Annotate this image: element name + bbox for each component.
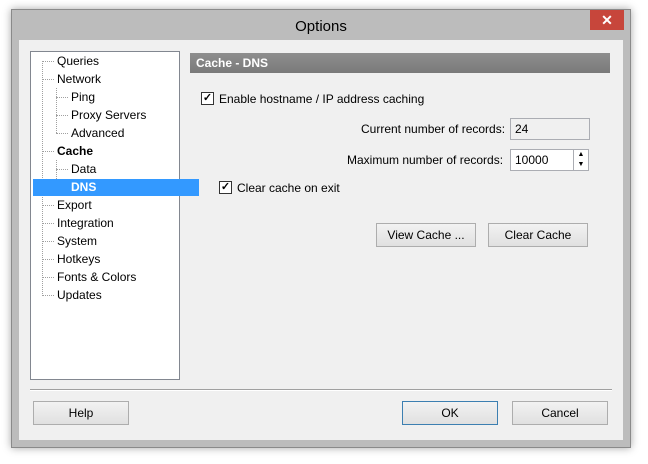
view-cache-button[interactable]: View Cache ... bbox=[376, 223, 476, 247]
window-title: Options bbox=[295, 18, 347, 35]
spin-up-icon[interactable]: ▲ bbox=[574, 150, 588, 160]
tree-item-queries[interactable]: Queries bbox=[55, 53, 101, 70]
close-icon: ✕ bbox=[601, 12, 613, 28]
ok-button[interactable]: OK bbox=[402, 401, 498, 425]
tree-connector bbox=[56, 133, 68, 134]
tree-item-integration[interactable]: Integration bbox=[55, 215, 116, 232]
enable-caching-label[interactable]: Enable hostname / IP address caching bbox=[219, 92, 424, 106]
max-records-label: Maximum number of records: bbox=[347, 153, 504, 167]
tree-item-dns[interactable]: DNS bbox=[33, 179, 199, 196]
current-records-field: 24 bbox=[510, 118, 590, 140]
max-records-input[interactable]: 10000 bbox=[510, 149, 574, 171]
cancel-button[interactable]: Cancel bbox=[512, 401, 608, 425]
tree-connector bbox=[42, 259, 54, 260]
options-window: Options ✕ Queries Network Ping Proxy Ser… bbox=[11, 9, 631, 448]
tree-connector bbox=[42, 151, 54, 152]
help-button[interactable]: Help bbox=[33, 401, 129, 425]
clear-cache-button[interactable]: Clear Cache bbox=[488, 223, 588, 247]
tree-item-updates[interactable]: Updates bbox=[55, 287, 104, 304]
tree-connector bbox=[42, 223, 54, 224]
tree-item-network[interactable]: Network bbox=[55, 71, 103, 88]
tree-item-hotkeys[interactable]: Hotkeys bbox=[55, 251, 102, 268]
section-header: Cache - DNS bbox=[190, 53, 610, 73]
clear-on-exit-label[interactable]: Clear cache on exit bbox=[237, 181, 340, 195]
tree-item-export[interactable]: Export bbox=[55, 197, 94, 214]
tree-item-ping[interactable]: Ping bbox=[69, 89, 97, 106]
max-records-spinner[interactable]: ▲ ▼ bbox=[573, 149, 589, 171]
clear-on-exit-checkbox[interactable]: ✓ bbox=[219, 181, 232, 194]
tree-connector bbox=[56, 169, 68, 170]
tree-item-fonts-colors[interactable]: Fonts & Colors bbox=[55, 269, 138, 286]
tree-item-data[interactable]: Data bbox=[69, 161, 98, 178]
tree-item-proxy-servers[interactable]: Proxy Servers bbox=[69, 107, 148, 124]
checkmark-icon: ✓ bbox=[202, 92, 213, 104]
title-bar[interactable]: Options ✕ bbox=[12, 10, 630, 40]
tree-connector bbox=[42, 79, 54, 80]
tree-connector bbox=[42, 61, 54, 62]
tree-connector bbox=[42, 205, 54, 206]
checkmark-icon: ✓ bbox=[220, 181, 231, 193]
tree-item-cache[interactable]: Cache bbox=[55, 143, 95, 160]
options-tree[interactable]: Queries Network Ping Proxy Servers Advan… bbox=[30, 51, 199, 380]
tree-connector bbox=[42, 295, 54, 296]
tree-connector bbox=[56, 115, 68, 116]
close-button[interactable]: ✕ bbox=[590, 10, 624, 30]
current-records-label: Current number of records: bbox=[361, 122, 506, 136]
tree-connector bbox=[42, 241, 54, 242]
tree-connector bbox=[42, 277, 54, 278]
spin-down-icon[interactable]: ▼ bbox=[574, 160, 588, 170]
tree-connector bbox=[56, 97, 68, 98]
tree-item-system[interactable]: System bbox=[55, 233, 99, 250]
tree-item-advanced[interactable]: Advanced bbox=[69, 125, 126, 142]
tree-network-line bbox=[56, 88, 57, 133]
dialog-client-area: Queries Network Ping Proxy Servers Advan… bbox=[19, 40, 623, 440]
enable-caching-checkbox[interactable]: ✓ bbox=[201, 92, 214, 105]
footer-separator bbox=[30, 389, 612, 391]
